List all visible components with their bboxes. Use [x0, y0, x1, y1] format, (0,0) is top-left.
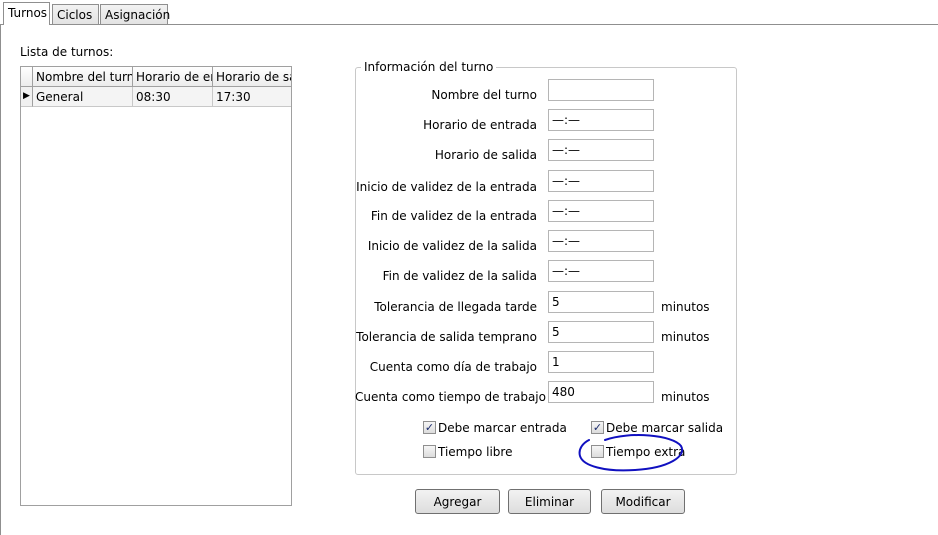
exit-validity-start-input[interactable]: —:—	[548, 230, 654, 252]
free-time-label: Tiempo libre	[438, 445, 513, 459]
add-button[interactable]: Agregar	[415, 489, 500, 514]
tab-strip-border	[0, 24, 938, 25]
label-entry-validity-start: Inicio de validez de la entrada	[356, 180, 537, 194]
table-cell-exit-time[interactable]: 17:30	[213, 87, 291, 107]
modify-button[interactable]: Modificar	[601, 489, 685, 514]
selected-row-marker-icon[interactable]: ▶	[21, 87, 33, 107]
column-header-name[interactable]: Nombre del turno	[33, 67, 133, 87]
workday-count-input[interactable]: 1	[548, 351, 654, 373]
tab-ciclos[interactable]: Ciclos	[52, 4, 99, 24]
entry-time-input[interactable]: —:—	[548, 109, 654, 131]
early-leave-tolerance-unit: minutos	[661, 330, 710, 344]
shift-info-title: Información del turno	[361, 60, 497, 74]
entry-validity-end-input[interactable]: —:—	[548, 200, 654, 222]
shift-name-input[interactable]	[548, 79, 654, 101]
tab-turnos[interactable]: Turnos	[3, 2, 50, 25]
late-tolerance-input[interactable]: 5	[548, 291, 654, 313]
work-time-count-input[interactable]: 480	[548, 381, 654, 403]
late-tolerance-unit: minutos	[661, 300, 710, 314]
label-late-tolerance: Tolerancia de llegada tarde	[374, 300, 537, 314]
panel-left-border	[0, 24, 1, 535]
label-entry-validity-end: Fin de validez de la entrada	[370, 209, 537, 223]
column-header-exit-time[interactable]: Horario de sal	[213, 67, 291, 87]
early-leave-tolerance-input[interactable]: 5	[548, 321, 654, 343]
delete-button[interactable]: Eliminar	[508, 489, 591, 514]
must-clock-in-checkbox[interactable]: ✓	[423, 421, 436, 434]
label-exit-validity-end: Fin de validez de la salida	[382, 269, 537, 283]
label-work-time-count: Cuenta como tiempo de trabajo	[355, 390, 546, 404]
label-exit-validity-start: Inicio de validez de la salida	[367, 239, 537, 253]
table-cell-name[interactable]: General	[33, 87, 133, 107]
exit-validity-end-input[interactable]: —:—	[548, 260, 654, 282]
label-workday-count: Cuenta como día de trabajo	[369, 360, 537, 374]
label-exit-time: Horario de salida	[434, 148, 537, 162]
entry-validity-start-input[interactable]: —:—	[548, 170, 654, 192]
annotation-circle	[578, 434, 684, 472]
label-early-leave-tolerance: Tolerancia de salida temprano	[356, 330, 537, 344]
column-header-entry-time[interactable]: Horario de ent	[133, 67, 213, 87]
work-time-count-unit: minutos	[661, 390, 710, 404]
table-cell-entry-time[interactable]: 08:30	[133, 87, 213, 107]
grid-corner	[21, 67, 33, 87]
exit-time-input[interactable]: —:—	[548, 139, 654, 161]
must-clock-in-label: Debe marcar entrada	[438, 421, 567, 435]
free-time-checkbox[interactable]	[423, 445, 436, 458]
shift-grid[interactable]: Nombre del turno Horario de ent Horario …	[20, 66, 292, 506]
shift-list-title: Lista de turnos:	[20, 45, 114, 59]
label-shift-name: Nombre del turno	[431, 88, 537, 102]
label-entry-time: Horario de entrada	[423, 118, 537, 132]
tab-asignacion[interactable]: Asignación	[100, 4, 170, 24]
